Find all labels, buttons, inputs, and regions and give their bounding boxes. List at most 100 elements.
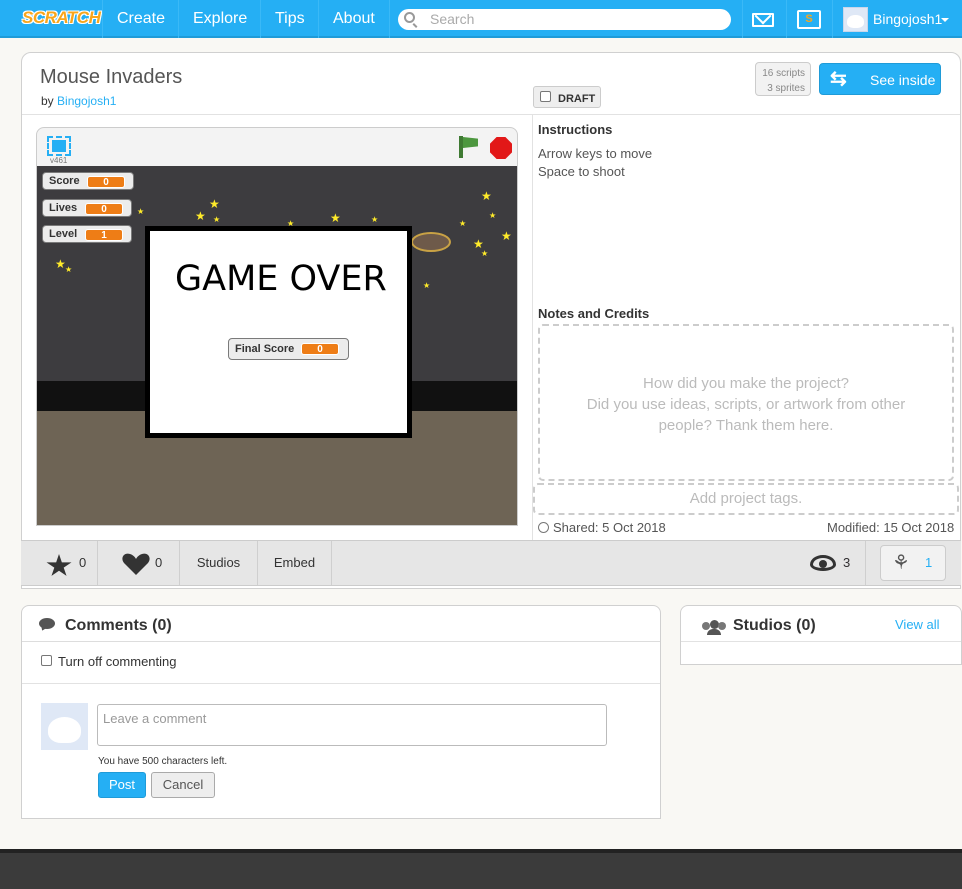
nav-divider <box>786 0 787 38</box>
heart-icon <box>122 553 150 575</box>
star: ★ <box>459 219 467 228</box>
nav-explore[interactable]: Explore <box>178 0 261 38</box>
instructions-heading: Instructions <box>538 122 613 137</box>
star: ★ <box>209 197 220 211</box>
star: ★ <box>481 249 489 258</box>
modified-date: Modified: 15 Oct 2018 <box>827 520 955 535</box>
favorite-button[interactable]: 0 <box>21 541 98 585</box>
love-button[interactable]: 0 <box>98 541 180 585</box>
remix-tree-icon: ⚘ <box>892 552 910 574</box>
project-stats-box: 16 scripts 3 sprites <box>755 62 811 96</box>
messages-icon[interactable] <box>752 13 774 27</box>
sprites-count: 3 sprites <box>767 83 805 94</box>
star: ★ <box>65 265 73 274</box>
top-nav: SCRATCH Create Explore Tips About Search… <box>0 0 962 38</box>
studios-panel: Studios (0) View all <box>680 605 962 665</box>
page-footer <box>0 849 962 889</box>
turn-off-commenting[interactable]: Turn off commenting <box>41 654 177 669</box>
shared-date: Shared: 5 Oct 2018 <box>538 520 666 535</box>
user-avatar[interactable] <box>843 7 868 32</box>
remix-count: 1 <box>925 555 933 570</box>
fullscreen-icon[interactable] <box>47 136 71 156</box>
star: ★ <box>489 211 497 220</box>
turn-off-label: Turn off commenting <box>58 654 177 669</box>
monitor-value: 1 <box>85 229 123 241</box>
nav-tips[interactable]: Tips <box>260 0 319 38</box>
comments-panel: Comments (0) Turn off commenting Leave a… <box>21 605 661 819</box>
comments-header: Comments (0) <box>22 606 660 642</box>
draft-toggle[interactable]: DRAFT <box>533 86 601 108</box>
nav-about[interactable]: About <box>318 0 390 38</box>
draft-label: DRAFT <box>558 93 596 105</box>
see-inside-label: See inside <box>870 72 936 88</box>
divider <box>865 541 866 585</box>
notes-placeholder: How did you make the project? <box>643 375 849 392</box>
level-monitor: Level 1 <box>42 225 132 243</box>
monitor-label: Final Score <box>235 343 295 355</box>
comment-bubble-icon <box>39 618 55 629</box>
divider <box>681 641 961 642</box>
views-icon <box>810 555 836 571</box>
scratch-logo[interactable]: SCRATCH <box>22 8 101 28</box>
embed-button[interactable]: Embed <box>258 541 332 585</box>
scripts-count: 16 scripts <box>762 68 805 79</box>
remix-arrows-icon: ⇆ <box>830 68 847 90</box>
notes-placeholder: people? Thank them here. <box>658 417 834 434</box>
star: ★ <box>481 189 492 203</box>
cancel-button[interactable]: Cancel <box>151 772 215 798</box>
nav-create[interactable]: Create <box>102 0 179 38</box>
star: ★ <box>371 215 379 224</box>
notes-textarea[interactable]: How did you make the project? Did you us… <box>538 324 954 481</box>
tags-input[interactable]: Add project tags. <box>533 483 959 515</box>
notes-heading: Notes and Credits <box>538 306 650 321</box>
divider <box>22 683 660 684</box>
remix-tree-button[interactable]: ⚘ 1 <box>880 545 946 581</box>
monitor-label: Level <box>49 228 78 240</box>
green-flag-icon[interactable] <box>459 136 463 158</box>
monitor-label: Lives <box>49 202 78 214</box>
project-byline: by Bingojosh1 <box>41 94 116 108</box>
views-count: 3 <box>843 555 851 570</box>
chars-left: You have 500 characters left. <box>98 756 228 767</box>
divider <box>532 114 533 540</box>
favorite-count: 0 <box>79 555 87 570</box>
clock-icon <box>538 522 549 533</box>
see-inside-button[interactable]: ⇆ See inside <box>819 63 941 95</box>
draft-checkbox[interactable] <box>540 91 551 102</box>
author-link[interactable]: Bingojosh1 <box>57 94 116 108</box>
by-prefix: by <box>41 94 54 108</box>
star: ★ <box>501 229 512 243</box>
monitor-value: 0 <box>85 203 123 215</box>
star: ★ <box>137 207 145 216</box>
lives-monitor: Lives 0 <box>42 199 132 217</box>
search-icon <box>404 12 415 23</box>
love-count: 0 <box>155 555 163 570</box>
project-stats-bar: 0 0 Studios Embed 3 ⚘ 1 <box>21 540 961 586</box>
star: ★ <box>330 211 341 225</box>
star: ★ <box>195 209 206 223</box>
ufo-sprite <box>411 232 451 252</box>
star: ★ <box>423 281 431 290</box>
project-title: Mouse Invaders <box>40 66 183 88</box>
search-placeholder: Search <box>430 11 475 27</box>
username-menu[interactable]: Bingojosh1 <box>873 11 942 27</box>
search-input[interactable]: Search <box>398 9 731 30</box>
stop-sign-icon[interactable] <box>490 137 512 159</box>
view-all-link[interactable]: View all <box>895 617 940 632</box>
player-version: v461 <box>50 156 68 165</box>
commenter-avatar <box>41 703 88 750</box>
green-flag-icon[interactable] <box>463 137 478 148</box>
my-stuff-icon[interactable]: S <box>797 10 821 29</box>
post-button[interactable]: Post <box>98 772 146 798</box>
turn-off-checkbox[interactable] <box>41 655 52 666</box>
notes-placeholder: Did you use ideas, scripts, or artwork f… <box>586 396 906 413</box>
studios-button[interactable]: Studios <box>180 541 258 585</box>
comment-textarea[interactable]: Leave a comment <box>97 704 607 746</box>
nav-divider <box>742 0 743 38</box>
stage-canvas[interactable]: ★ ★ ★ ★ ★ ★ ★ ★ ★ ★ ★ ★ ★ ★ ★ ★ Score 0 … <box>37 166 517 525</box>
chevron-down-icon[interactable] <box>941 18 949 22</box>
game-over-text: GAME OVER <box>175 259 387 299</box>
monitor-label: Score <box>49 175 80 187</box>
instructions-text[interactable]: Arrow keys to move Space to shoot <box>538 145 652 181</box>
game-over-panel: GAME OVER Final Score 0 <box>145 226 412 438</box>
